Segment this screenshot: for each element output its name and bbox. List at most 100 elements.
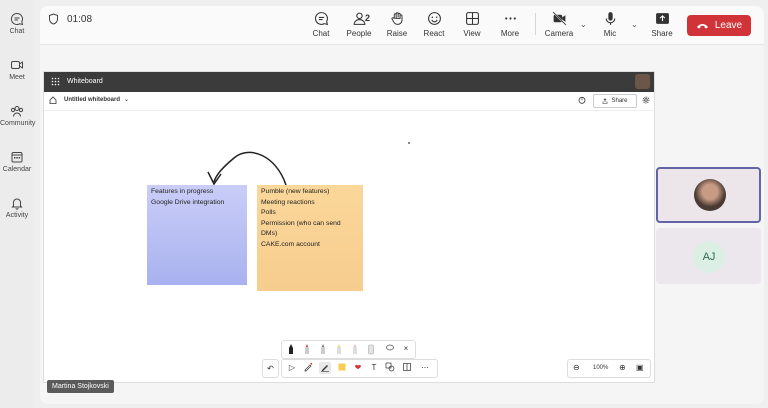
- rail-item-meet[interactable]: Meet: [0, 58, 34, 81]
- smiley-icon: [427, 12, 441, 25]
- rail-label-chat: Chat: [9, 28, 25, 35]
- bell-icon: [11, 198, 23, 210]
- undo-icon: ↶: [267, 364, 274, 373]
- chat-button[interactable]: Chat: [301, 11, 341, 38]
- participant-tile-aj[interactable]: AJ: [656, 228, 761, 284]
- sticky-note-blue[interactable]: Features in progress Google Drive integr…: [147, 185, 247, 285]
- note-line: DMs): [261, 230, 278, 237]
- pen-black-icon[interactable]: [285, 343, 297, 355]
- camera-off-icon: [551, 11, 567, 26]
- whiteboard-share-label: Share: [611, 98, 628, 104]
- touch-pen-icon[interactable]: [302, 362, 314, 374]
- camera-label: Camera: [544, 29, 574, 38]
- more-label: More: [500, 29, 520, 38]
- rail-item-community[interactable]: Community: [0, 104, 36, 127]
- avatar: [694, 179, 726, 211]
- note-line: Permission (who can send: [261, 219, 341, 227]
- participant-tile-self[interactable]: [656, 167, 761, 223]
- sticky-note-yellow[interactable]: Pumble (new features) Meeting reactions …: [257, 185, 363, 291]
- camera-options-chevron-icon[interactable]: ⌄: [580, 20, 587, 29]
- doc-name-chevron-icon[interactable]: ⌄: [124, 96, 129, 103]
- shield-icon: [49, 13, 58, 25]
- rail-item-activity[interactable]: Activity: [0, 196, 34, 219]
- select-pointer-icon[interactable]: ▷: [286, 362, 298, 374]
- pen-tray: ×: [281, 340, 416, 359]
- whiteboard-app-title: Whiteboard: [67, 78, 103, 85]
- view-label: View: [463, 29, 481, 38]
- mic-button[interactable]: Mic: [590, 11, 630, 38]
- rail-item-chat[interactable]: Chat: [0, 12, 34, 35]
- toolbar-divider: [535, 13, 536, 35]
- eraser-icon[interactable]: [365, 343, 377, 355]
- more-button[interactable]: More: [490, 11, 530, 38]
- fit-to-screen-icon[interactable]: ▣: [636, 363, 644, 372]
- rail-label-activity: Activity: [5, 212, 29, 219]
- note-line: Meeting reactions: [261, 198, 315, 206]
- hand-icon: [391, 12, 402, 25]
- note-line: Pumble (new features): [261, 188, 330, 195]
- home-icon[interactable]: [49, 96, 57, 104]
- leave-button[interactable]: Leave: [687, 15, 751, 36]
- more-tools-icon[interactable]: ⋯: [419, 362, 431, 374]
- timer-icon[interactable]: [578, 96, 586, 104]
- leave-label: Leave: [714, 20, 743, 31]
- note-line: Polls: [261, 209, 276, 216]
- whiteboard-doc-name[interactable]: Untitled whiteboard: [64, 97, 120, 103]
- zoom-level: 100%: [593, 365, 609, 371]
- templates-icon[interactable]: [401, 362, 413, 374]
- meeting-timer: 01:08: [48, 13, 92, 25]
- pen-gray-icon[interactable]: [317, 343, 329, 355]
- pen-red-icon[interactable]: [301, 343, 313, 355]
- zoom-control: ⊖ 100% ⊕ ▣: [567, 359, 651, 378]
- people-button[interactable]: 2 People: [339, 11, 379, 38]
- rail-item-calendar[interactable]: Calendar: [0, 150, 34, 173]
- microphone-icon: [605, 12, 615, 25]
- avatar[interactable]: [635, 74, 650, 89]
- grid-view-icon: [465, 12, 479, 25]
- zoom-out-icon[interactable]: ⊖: [573, 363, 580, 372]
- app-rail: Chat Meet Community Calendar Activity: [0, 0, 36, 408]
- camera-button[interactable]: Camera: [539, 11, 579, 38]
- mic-options-chevron-icon[interactable]: ⌄: [631, 20, 638, 29]
- app-launcher-icon[interactable]: [51, 77, 60, 86]
- undo-button[interactable]: ↶: [262, 359, 279, 378]
- chat-label: Chat: [312, 29, 330, 38]
- rail-label-community: Community: [0, 120, 36, 127]
- participant-name-tag: Martina Stojkovski: [47, 380, 114, 393]
- settings-gear-icon[interactable]: [642, 96, 650, 104]
- note-line: Features in progress: [151, 188, 214, 195]
- people-label: People: [346, 29, 372, 38]
- reaction-heart-icon[interactable]: ❤: [352, 362, 364, 374]
- view-button[interactable]: View: [452, 11, 492, 38]
- initials-avatar: AJ: [693, 241, 725, 273]
- inking-pen-icon[interactable]: [319, 362, 331, 374]
- text-icon[interactable]: T: [368, 362, 380, 374]
- calendar-icon: [11, 152, 23, 163]
- community-icon: [10, 106, 24, 117]
- raise-hand-button[interactable]: Raise: [377, 11, 417, 38]
- share-button[interactable]: Share: [642, 11, 682, 38]
- rail-label-meet: Meet: [9, 74, 25, 81]
- whiteboard-doc-bar: Untitled whiteboard ⌄ Share: [44, 92, 654, 111]
- whiteboard-share-button[interactable]: Share: [593, 94, 637, 108]
- highlighter-yellow-icon[interactable]: [333, 343, 345, 355]
- highlighter-pink-icon[interactable]: [349, 343, 361, 355]
- rail-label-calendar: Calendar: [2, 166, 32, 173]
- raise-label: Raise: [386, 29, 408, 38]
- shapes-icon[interactable]: [384, 362, 396, 374]
- mic-label: Mic: [603, 29, 617, 38]
- whiteboard-toolbar: ▷ ❤ T ⋯: [281, 359, 438, 378]
- sticky-note-icon[interactable]: [336, 362, 348, 374]
- ink-arrow: [213, 151, 287, 186]
- note-line: Google Drive integration: [151, 198, 225, 206]
- ink-dot: [408, 142, 410, 144]
- zoom-in-icon[interactable]: ⊕: [619, 363, 626, 372]
- timer-text: 01:08: [67, 13, 93, 25]
- share-screen-icon: [655, 13, 669, 24]
- share-label: Share: [651, 29, 673, 38]
- hang-up-icon: [696, 23, 708, 28]
- close-icon[interactable]: ×: [400, 343, 412, 355]
- note-line: CAKE.com account: [261, 240, 320, 248]
- react-button[interactable]: React: [414, 11, 454, 38]
- lasso-icon[interactable]: [384, 343, 396, 355]
